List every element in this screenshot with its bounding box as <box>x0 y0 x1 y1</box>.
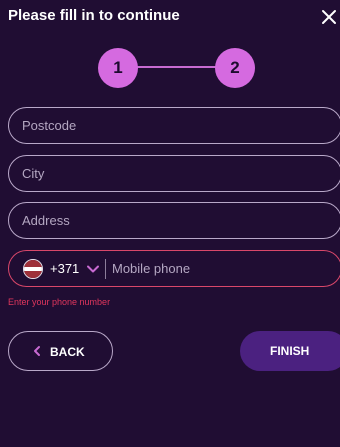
finish-button[interactable]: FINISH <box>240 331 340 371</box>
close-button[interactable] <box>318 6 340 28</box>
back-button-label: BACK <box>50 345 85 359</box>
close-icon <box>322 10 336 24</box>
dial-code[interactable]: +371 <box>50 261 79 276</box>
chevron-left-icon <box>34 346 40 356</box>
city-field-wrapper <box>8 155 340 192</box>
address-field-wrapper <box>8 202 340 239</box>
modal-title: Please fill in to continue <box>8 7 180 24</box>
finish-button-label: FINISH <box>270 344 310 358</box>
step-connector <box>136 66 218 68</box>
phone-error-message: Enter your phone number <box>8 297 111 307</box>
address-input[interactable] <box>9 203 340 238</box>
phone-field-wrapper: +371 <box>8 250 340 287</box>
step-indicator: 1 2 <box>98 48 256 88</box>
step-2: 2 <box>215 48 255 88</box>
step-1: 1 <box>98 48 138 88</box>
postcode-input[interactable] <box>9 108 340 143</box>
postcode-field-wrapper <box>8 107 340 144</box>
divider <box>105 259 106 279</box>
modal-header: Please fill in to continue <box>0 0 340 34</box>
latvia-flag-icon[interactable] <box>23 259 43 279</box>
back-button[interactable]: BACK <box>8 331 113 371</box>
city-input[interactable] <box>9 156 340 191</box>
chevron-down-icon[interactable] <box>86 262 100 276</box>
mobile-phone-input[interactable] <box>112 251 332 286</box>
